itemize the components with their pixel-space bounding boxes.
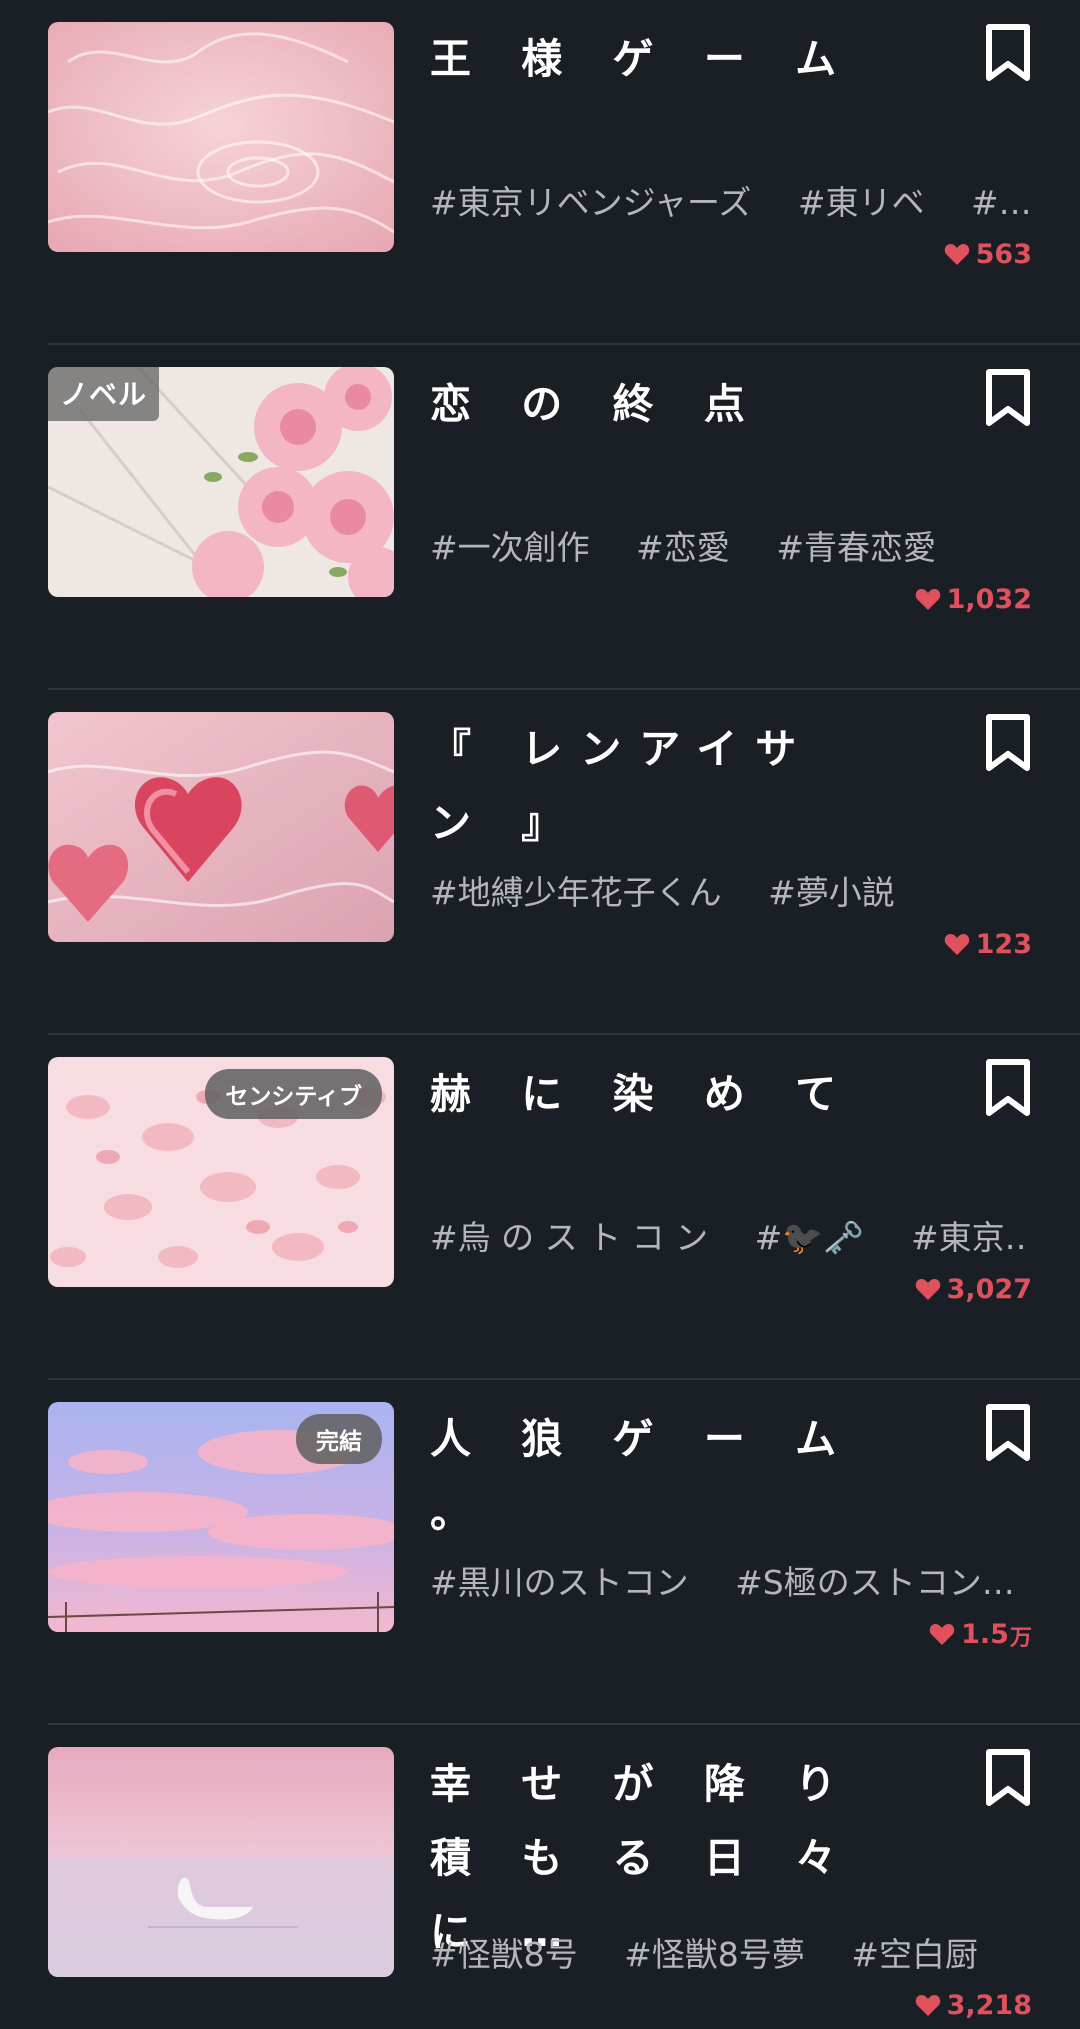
- tag[interactable]: #怪獣8号夢: [624, 1928, 805, 1972]
- story-card[interactable]: センシティブ 赫 に 染 め て #烏 の ス ト コ ン #🐦‍⬛🗝️ #東京…: [0, 1035, 1080, 1380]
- story-card[interactable]: 王 様 ゲ ー ム #東京リベンジャーズ #東リベ #… 563: [0, 0, 1080, 345]
- heart-icon: [915, 1279, 940, 1300]
- story-thumbnail[interactable]: 完結: [48, 1402, 394, 1632]
- bookmark-icon[interactable]: [984, 24, 1032, 82]
- bookmark-icon[interactable]: [984, 1404, 1032, 1462]
- story-card[interactable]: 『 レンアイサン 』 #地縛少年花子くん #夢小説 123: [0, 690, 1080, 1035]
- heart-icon: [944, 244, 969, 265]
- story-title[interactable]: 人 狼 ゲ ー ム 。: [430, 1402, 870, 1550]
- tag[interactable]: #一次創作: [430, 521, 590, 565]
- novel-label: ノベル: [48, 367, 160, 421]
- tag-list: #一次創作 #恋愛 #青春恋愛: [430, 521, 1030, 565]
- heart-icon: [915, 1995, 940, 2016]
- tag[interactable]: #空白厨: [851, 1928, 978, 1972]
- bookmark-icon[interactable]: [984, 1749, 1032, 1807]
- tag[interactable]: #黒川のストコン: [430, 1556, 689, 1600]
- like-count: 563: [944, 236, 1032, 272]
- like-count-value: 3,218: [946, 1989, 1032, 2021]
- heart-icon: [944, 934, 969, 955]
- story-card[interactable]: ノベル 恋 の 終 点 #一次創作 #恋愛 #青春恋愛 1,032: [0, 345, 1080, 690]
- story-thumbnail[interactable]: センシティブ: [48, 1057, 394, 1287]
- tag[interactable]: #夢小説: [768, 866, 895, 910]
- tag[interactable]: #地縛少年花子くん: [430, 866, 722, 910]
- tag-list: #黒川のストコン #S極のストコン…: [430, 1556, 1030, 1600]
- tag[interactable]: #東リベ: [798, 176, 925, 220]
- like-count: 3,027: [915, 1271, 1032, 1307]
- tag-list: #東京リベンジャーズ #東リベ #…: [430, 176, 1030, 220]
- like-count-value: 123: [975, 928, 1032, 960]
- story-thumbnail[interactable]: [48, 1747, 394, 1977]
- sensitive-badge: センシティブ: [205, 1069, 382, 1119]
- tag[interactable]: #…: [971, 183, 1030, 220]
- bookmark-icon[interactable]: [984, 714, 1032, 772]
- story-card[interactable]: 幸 せ が 降 り 積 も る 日 々 に … #怪獣8号 #怪獣8号夢 #空白…: [0, 1725, 1080, 2029]
- pink-water-ripple-image: [48, 22, 394, 252]
- story-title[interactable]: 恋 の 終 点: [430, 367, 870, 441]
- tag[interactable]: #S極のストコン…: [735, 1556, 1015, 1600]
- tag[interactable]: #🐦‍⬛🗝️: [755, 1218, 865, 1255]
- like-count-value: 1,032: [946, 583, 1032, 615]
- story-thumbnail[interactable]: [48, 22, 394, 252]
- like-count-unit: 万: [1009, 1626, 1032, 1651]
- story-title[interactable]: 赫 に 染 め て: [430, 1057, 870, 1131]
- story-list: 王 様 ゲ ー ム #東京リベンジャーズ #東リベ #… 563 ノベル 恋 の…: [0, 0, 1080, 2029]
- like-count-value: 1.5: [961, 1618, 1009, 1650]
- story-thumbnail[interactable]: [48, 712, 394, 942]
- tag[interactable]: #東京リベンジャーズ: [430, 176, 751, 220]
- story-thumbnail[interactable]: ノベル: [48, 367, 394, 597]
- tag-list: #烏 の ス ト コ ン #🐦‍⬛🗝️ #東京…: [430, 1211, 1030, 1255]
- like-count-value: 3,027: [946, 1273, 1032, 1305]
- like-count: 1,032: [915, 581, 1032, 617]
- like-count: 1.5 万: [929, 1616, 1032, 1652]
- like-count-value: 563: [975, 238, 1032, 270]
- tag[interactable]: #青春恋愛: [776, 521, 936, 565]
- tag-list: #怪獣8号 #怪獣8号夢 #空白厨: [430, 1928, 1030, 1972]
- pink-hearts-water-image: [48, 712, 394, 942]
- story-title[interactable]: 王 様 ゲ ー ム: [430, 22, 870, 96]
- story-card[interactable]: 完結 人 狼 ゲ ー ム 。 #黒川のストコン #S極のストコン… 1.5 万: [0, 1380, 1080, 1725]
- heart-icon: [915, 589, 940, 610]
- tag[interactable]: #恋愛: [636, 521, 730, 565]
- tag[interactable]: #怪獣8号: [430, 1928, 578, 1972]
- bookmark-icon[interactable]: [984, 1059, 1032, 1117]
- heart-icon: [929, 1624, 955, 1645]
- story-title[interactable]: 『 レンアイサン 』: [430, 712, 870, 860]
- like-count: 3,218: [915, 1987, 1032, 2023]
- tag[interactable]: #烏 の ス ト コ ン: [430, 1211, 708, 1255]
- like-count: 123: [944, 926, 1032, 962]
- completed-badge: 完結: [296, 1414, 382, 1464]
- tag-list: #地縛少年花子くん #夢小説: [430, 866, 1030, 910]
- bookmark-icon[interactable]: [984, 369, 1032, 427]
- tag[interactable]: #東京…: [911, 1211, 1030, 1255]
- swan-lake-image: [48, 1747, 394, 1977]
